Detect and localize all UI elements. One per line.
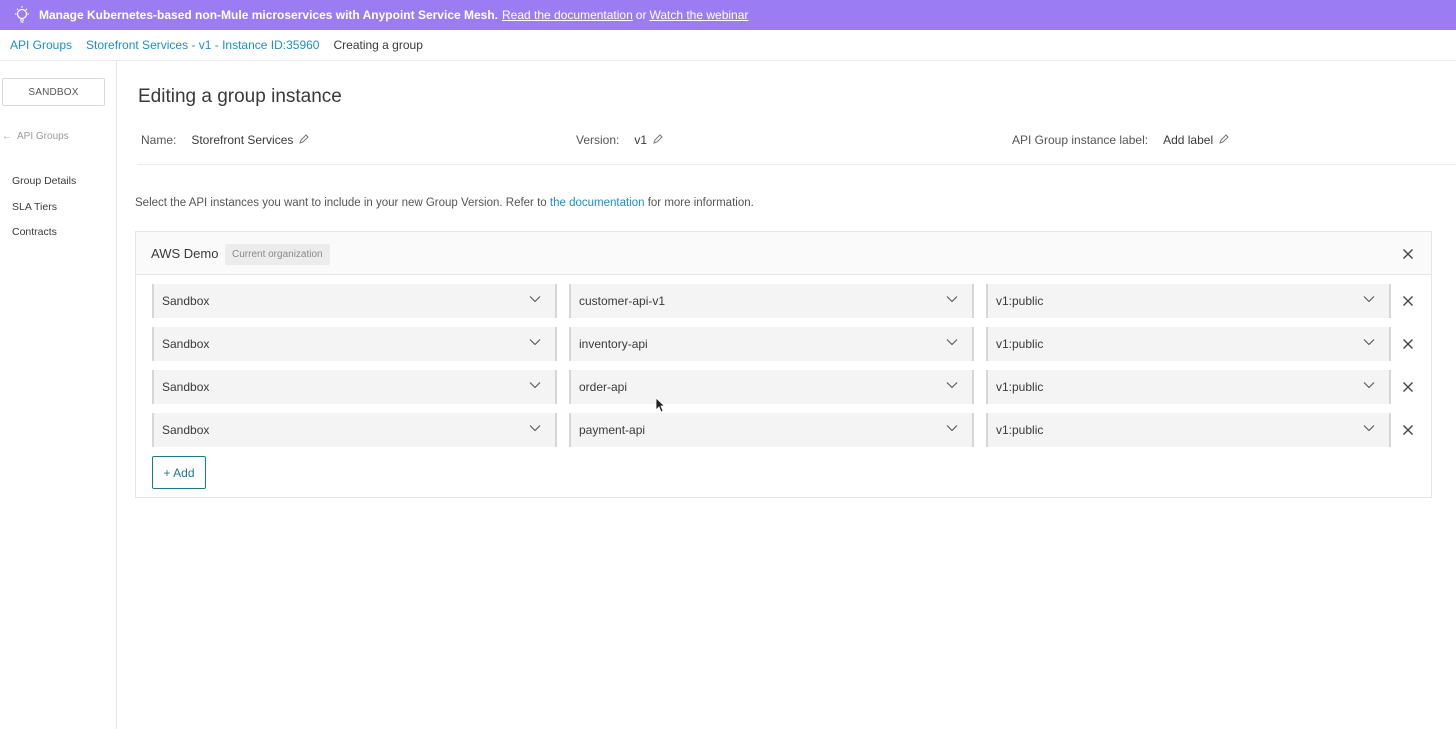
version-select[interactable]: v1:public: [986, 284, 1391, 318]
remove-row-close-icon[interactable]: [1399, 378, 1417, 396]
environment-select-value: Sandbox: [162, 294, 210, 308]
chevron-down-icon: [946, 296, 958, 303]
edit-label-pencil-icon[interactable]: [1219, 133, 1229, 144]
breadcrumb-api-groups[interactable]: API Groups: [10, 38, 72, 52]
api-select-value: customer-api-v1: [579, 294, 666, 308]
chevron-down-icon: [529, 296, 541, 303]
version-value: v1: [634, 133, 648, 147]
breadcrumb-current: Creating a group: [333, 38, 423, 52]
chevron-down-icon: [529, 339, 541, 346]
environment-select[interactable]: Sandbox: [152, 413, 557, 447]
remove-row-close-icon[interactable]: [1399, 335, 1417, 353]
name-label: Name:: [141, 133, 177, 147]
banner-webinar-link[interactable]: Watch the webinar: [649, 8, 748, 22]
instructions-text: Select the API instances you want to inc…: [135, 197, 754, 209]
add-api-button[interactable]: + Add: [152, 456, 206, 489]
instance-label-value[interactable]: Add label: [1163, 133, 1213, 147]
remove-organization-close-icon[interactable]: [1399, 245, 1417, 263]
breadcrumb: API Groups Storefront Services - v1 - In…: [0, 30, 1456, 61]
api-select[interactable]: customer-api-v1: [569, 284, 974, 318]
chevron-down-icon: [1363, 339, 1375, 346]
environment-select[interactable]: Sandbox: [152, 284, 557, 318]
instructions-after: for more information.: [647, 197, 754, 209]
environment-select[interactable]: Sandbox: [152, 370, 557, 404]
back-link-label: API Groups: [17, 131, 69, 142]
api-select-value: payment-api: [579, 423, 646, 437]
page-title: Editing a group instance: [138, 86, 342, 107]
name-value: Storefront Services: [191, 133, 294, 147]
sidebar: SANDBOX ← API Groups Group Details SLA T…: [0, 61, 117, 729]
chevron-down-icon: [529, 382, 541, 389]
version-field: Version: v1: [576, 133, 663, 147]
chevron-down-icon: [1363, 296, 1375, 303]
api-select[interactable]: payment-api: [569, 413, 974, 447]
chevron-down-icon: [946, 425, 958, 432]
organization-header: AWS Demo Current organization: [136, 232, 1431, 275]
environment-select-value: Sandbox: [162, 337, 210, 351]
environment-selector-button[interactable]: SANDBOX: [2, 78, 105, 106]
environment-select-value: Sandbox: [162, 380, 210, 394]
version-select-value: v1:public: [996, 423, 1044, 437]
mouse-cursor-icon: [655, 397, 665, 413]
api-select[interactable]: inventory-api: [569, 327, 974, 361]
organization-name: AWS Demo: [151, 246, 219, 261]
header-divider: [137, 164, 1456, 165]
banner-documentation-link[interactable]: Read the documentation: [502, 8, 633, 22]
remove-row-close-icon[interactable]: [1399, 292, 1417, 310]
organization-panel: AWS Demo Current organization Sandbox cu…: [135, 231, 1432, 498]
instructions-documentation-link[interactable]: the documentation: [550, 197, 645, 209]
sidebar-item-contracts[interactable]: Contracts: [12, 225, 76, 251]
announcement-banner: Manage Kubernetes-based non-Mule microse…: [0, 0, 1456, 30]
version-select[interactable]: v1:public: [986, 413, 1391, 447]
chevron-down-icon: [1363, 382, 1375, 389]
environment-select-value: Sandbox: [162, 423, 210, 437]
version-select[interactable]: v1:public: [986, 370, 1391, 404]
remove-row-close-icon[interactable]: [1399, 421, 1417, 439]
banner-separator: or: [635, 8, 647, 22]
version-select-value: v1:public: [996, 380, 1044, 394]
arrow-left-icon: ←: [2, 131, 12, 142]
sidebar-item-group-details[interactable]: Group Details: [12, 174, 76, 200]
sidebar-nav: Group Details SLA Tiers Contracts: [12, 174, 76, 251]
back-to-api-groups-link[interactable]: ← API Groups: [2, 131, 69, 142]
version-select-value: v1:public: [996, 294, 1044, 308]
chevron-down-icon: [529, 425, 541, 432]
current-organization-badge: Current organization: [225, 244, 330, 265]
edit-version-pencil-icon[interactable]: [653, 133, 663, 144]
lightbulb-icon: [12, 5, 32, 25]
chevron-down-icon: [946, 339, 958, 346]
edit-name-pencil-icon[interactable]: [299, 133, 310, 144]
sidebar-item-sla-tiers[interactable]: SLA Tiers: [12, 200, 76, 226]
instance-label-field: API Group instance label: Add label: [1012, 133, 1229, 147]
instructions-before: Select the API instances you want to inc…: [135, 197, 547, 209]
api-select-value: inventory-api: [579, 337, 648, 351]
version-label: Version:: [576, 133, 620, 147]
breadcrumb-instance[interactable]: Storefront Services - v1 - Instance ID:3…: [86, 38, 319, 52]
chevron-down-icon: [1363, 425, 1375, 432]
api-select[interactable]: order-api: [569, 370, 974, 404]
instance-label-label: API Group instance label:: [1012, 133, 1149, 147]
api-select-value: order-api: [579, 380, 628, 394]
version-select-value: v1:public: [996, 337, 1044, 351]
version-select[interactable]: v1:public: [986, 327, 1391, 361]
environment-select[interactable]: Sandbox: [152, 327, 557, 361]
chevron-down-icon: [946, 382, 958, 389]
banner-message: Manage Kubernetes-based non-Mule microse…: [39, 8, 499, 22]
name-field: Name: Storefront Services: [141, 133, 310, 147]
